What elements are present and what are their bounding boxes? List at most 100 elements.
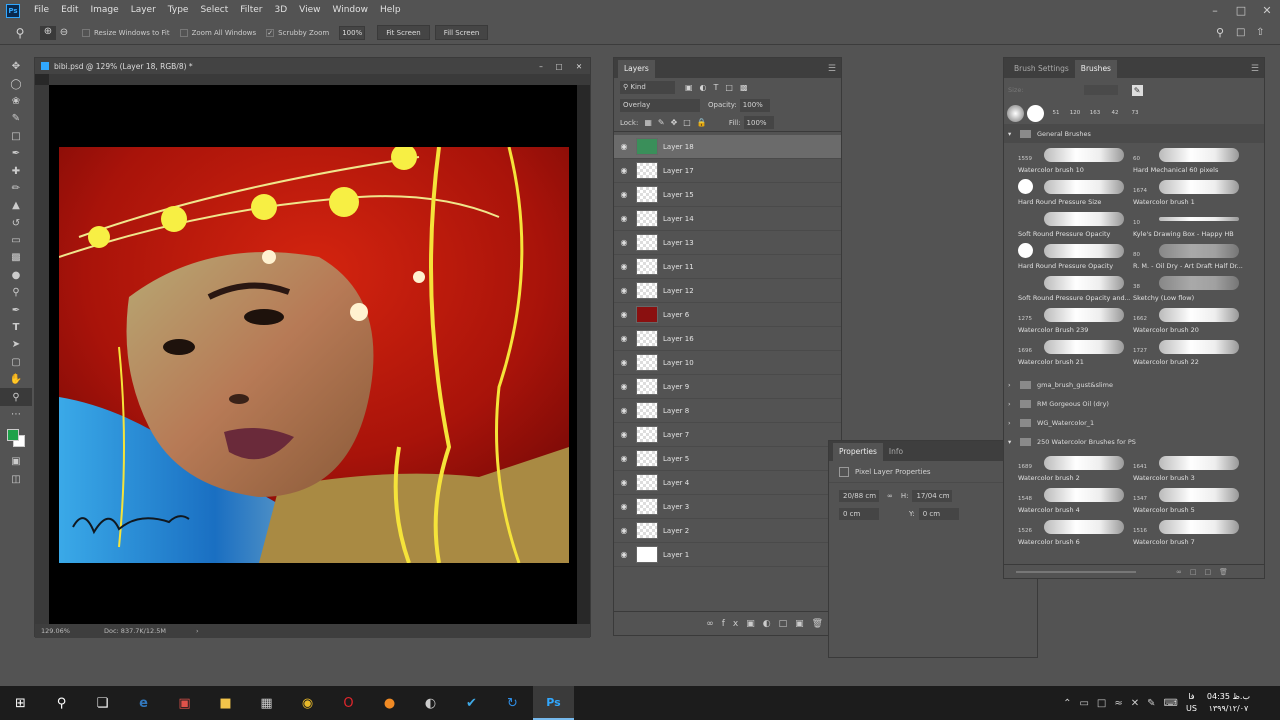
more-tools-icon[interactable]: ⋯ (0, 406, 32, 423)
brush-preset[interactable]: 1559 Watercolor brush 10 (1014, 145, 1129, 177)
chrome-icon[interactable]: ◉ (287, 686, 328, 720)
firefox-icon[interactable]: ● (369, 686, 410, 720)
eye-icon[interactable]: ◉ (614, 334, 634, 343)
eye-icon[interactable]: ◉ (614, 430, 634, 439)
tab-info[interactable]: Info (883, 443, 909, 461)
brush-preset[interactable]: 1674 Watercolor brush 1 (1129, 177, 1244, 209)
eye-icon[interactable]: ◉ (614, 214, 634, 223)
brush-preset[interactable]: 1516 Watercolor brush 7 (1129, 517, 1244, 549)
blend-mode-select[interactable]: Overlay (620, 98, 700, 112)
chevron-right-icon[interactable]: › (1008, 381, 1018, 389)
tab-brush-settings[interactable]: Brush Settings (1008, 60, 1075, 78)
layer-row[interactable]: ◉ Layer 7 (614, 423, 841, 447)
eye-icon[interactable]: ◉ (614, 550, 634, 559)
quick-mask-icon[interactable]: ▣ (0, 453, 32, 470)
layer-row[interactable]: ◉ Layer 11 (614, 255, 841, 279)
opacity-input[interactable]: 100% (739, 98, 770, 112)
layer-row[interactable]: ◉ Layer 1 (614, 543, 841, 567)
brush-preset[interactable]: Soft Round Pressure Opacity and... (1014, 273, 1130, 305)
layer-row[interactable]: ◉ Layer 12 (614, 279, 841, 303)
brush-preset[interactable]: 1727 Watercolor brush 22 (1129, 337, 1244, 369)
hand-tool-icon[interactable]: ✋ (0, 371, 32, 388)
pen-tool-icon[interactable]: ✒ (0, 301, 32, 318)
doc-restore-icon[interactable]: □ (550, 62, 568, 71)
brush-folder[interactable]: › WG_Watercolor_1 (1004, 413, 1264, 432)
menu-select[interactable]: Select (194, 0, 234, 21)
task-view-icon[interactable]: ❏ (82, 686, 123, 720)
eye-icon[interactable]: ◉ (614, 406, 634, 415)
status-arrow-icon[interactable]: › (196, 627, 199, 635)
restore-icon[interactable]: □ (1228, 4, 1254, 17)
menu-filter[interactable]: Filter (234, 0, 268, 21)
zoom-out-icon[interactable]: ⊖ (56, 27, 72, 38)
zoom-tool-icon[interactable]: ⚲ (0, 388, 32, 406)
artwork-painting[interactable] (59, 147, 569, 563)
recent-brush-size[interactable]: 120 (1065, 110, 1085, 116)
y-input[interactable]: 0 cm (918, 508, 959, 520)
brush-folder-general[interactable]: ▾ General Brushes (1004, 124, 1264, 143)
foreground-color[interactable] (7, 429, 19, 442)
brush-preset[interactable]: 1641 Watercolor brush 3 (1129, 453, 1244, 485)
brush-preset[interactable]: 1275 Watercolor Brush 239 (1014, 305, 1129, 337)
photoshop-logo-icon[interactable]: Ps (6, 3, 20, 18)
menu-edit[interactable]: Edit (55, 0, 84, 21)
layer-row[interactable]: ◉ Layer 3 (614, 495, 841, 519)
share-icon[interactable]: ⇧ (1256, 27, 1280, 38)
opera-icon[interactable]: O (328, 686, 369, 720)
brush-preset[interactable]: 1662 Watercolor brush 20 (1129, 305, 1244, 337)
recent-brush-size[interactable]: 51 (1047, 110, 1065, 116)
photoshop-taskbar-icon[interactable]: Ps (533, 686, 574, 720)
layer-row[interactable]: ◉ Layer 10 (614, 351, 841, 375)
eye-icon[interactable]: ◉ (614, 190, 634, 199)
app-blue-icon[interactable]: ✔ (451, 686, 492, 720)
eye-icon[interactable]: ◉ (614, 358, 634, 367)
eye-icon[interactable]: ◉ (614, 526, 634, 535)
menu-3d[interactable]: 3D (269, 0, 294, 21)
eye-icon[interactable]: ◉ (614, 262, 634, 271)
brush-preset[interactable]: 1347 Watercolor brush 5 (1129, 485, 1244, 517)
layer-row[interactable]: ◉ Layer 9 (614, 375, 841, 399)
clock[interactable]: 04:35 ب.ظ ۱۳۹۹/۱۲/۰۷ (1207, 691, 1250, 715)
brush-preset[interactable]: 1526 Watercolor brush 6 (1014, 517, 1129, 549)
wifi-icon[interactable]: ≈ (1114, 698, 1122, 709)
monitor-icon[interactable]: □ (1097, 698, 1106, 709)
scrubby-zoom-checkbox[interactable]: ✓ Scrubby Zoom (266, 28, 329, 37)
battery-icon[interactable]: ▭ (1079, 698, 1088, 709)
brush-preset[interactable]: 1689 Watercolor brush 2 (1014, 453, 1129, 485)
brush-preset[interactable]: Soft Round Pressure Opacity (1014, 209, 1129, 241)
brush-preset[interactable]: Hard Round Pressure Opacity (1014, 241, 1129, 273)
document-tab[interactable]: bibi.psd @ 129% (Layer 18, RGB/8) * – □ … (35, 58, 590, 74)
brush-preset[interactable]: 60 Hard Mechanical 60 pixels (1129, 145, 1244, 177)
preview-size-slider[interactable] (1016, 570, 1136, 573)
lock-icons[interactable]: ▦✎✥□🔒 (644, 118, 712, 127)
eye-icon[interactable]: ◉ (614, 166, 634, 175)
layer-row[interactable]: ◉ Layer 14 (614, 207, 841, 231)
menu-help[interactable]: Help (374, 0, 407, 21)
tray-chevron-icon[interactable]: ⌃ (1063, 698, 1071, 709)
tab-layers[interactable]: Layers (618, 60, 655, 78)
brush-preset[interactable]: 1696 Watercolor brush 21 (1014, 337, 1129, 369)
menu-image[interactable]: Image (85, 0, 125, 21)
layer-actions-bar[interactable]: ∞fx▣◐□▣🗑 (614, 611, 841, 635)
healing-tool-icon[interactable]: ✚ (0, 162, 32, 179)
layer-row[interactable]: ◉ Layer 13 (614, 231, 841, 255)
chevron-down-icon[interactable]: ▾ (1008, 130, 1018, 138)
link-icon[interactable]: ∞ (887, 492, 893, 500)
edge-icon[interactable]: e (123, 686, 164, 720)
chevron-right-icon[interactable]: › (1008, 419, 1018, 427)
windows-start-icon[interactable]: ⊞ (0, 686, 41, 720)
zoom-value-input[interactable]: 100% (339, 25, 366, 40)
chevron-right-icon[interactable]: › (1008, 400, 1018, 408)
new-brush-icon[interactable]: ✎ (1131, 84, 1143, 96)
zoom-readout[interactable]: 129.06% (41, 627, 96, 635)
brush-footer-icons[interactable]: ∞□□🗑 (1176, 568, 1236, 576)
recent-brush-icon[interactable] (1007, 104, 1024, 122)
shape-tool-icon[interactable]: ▢ (0, 354, 32, 371)
recent-brush-icon[interactable] (1027, 104, 1044, 122)
brush-preset[interactable]: 38 Sketchy (Low flow) (1129, 273, 1244, 305)
brush-folder[interactable]: ▾ 250 Watercolor Brushes for PS (1004, 432, 1264, 451)
layer-row[interactable]: ◉ Layer 16 (614, 327, 841, 351)
volume-icon[interactable]: ✕ (1131, 698, 1139, 709)
recent-brush-size[interactable]: 73 (1125, 110, 1145, 116)
pen-icon[interactable]: ✎ (1147, 698, 1155, 709)
